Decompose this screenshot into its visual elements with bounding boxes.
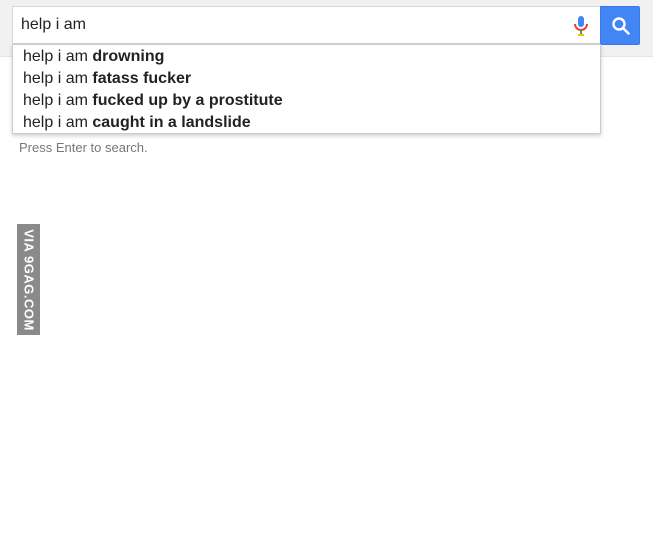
suggestion-prefix: help i am <box>23 114 93 131</box>
watermark-badge: VIA 9GAG.COM <box>17 224 40 335</box>
suggestion-item[interactable]: help i am drowning <box>13 46 600 68</box>
suggestion-item[interactable]: help i am fucked up by a prostitute <box>13 90 600 112</box>
suggestion-completion: caught in a landslide <box>92 114 251 131</box>
suggestion-completion: fatass fucker <box>92 70 192 87</box>
suggestion-prefix: help i am <box>23 92 93 109</box>
search-input[interactable] <box>21 7 561 43</box>
suggestion-completion: fucked up by a prostitute <box>92 92 283 109</box>
suggestion-prefix: help i am <box>23 48 93 65</box>
suggestion-prefix: help i am <box>23 70 93 87</box>
suggestion-item[interactable]: help i am caught in a landslide <box>13 112 600 134</box>
search-box[interactable] <box>12 6 600 44</box>
microphone-icon[interactable] <box>572 15 590 37</box>
watermark-text: VIA 9GAG.COM <box>21 228 36 331</box>
magnifier-icon <box>612 17 630 35</box>
suggestion-completion: drowning <box>92 48 165 65</box>
search-button[interactable] <box>600 6 640 45</box>
press-enter-hint: Press Enter to search. <box>19 140 148 155</box>
suggestion-item[interactable]: help i am fatass fucker <box>13 68 600 90</box>
autocomplete-dropdown: help i am drowning help i am fatass fuck… <box>12 44 601 134</box>
